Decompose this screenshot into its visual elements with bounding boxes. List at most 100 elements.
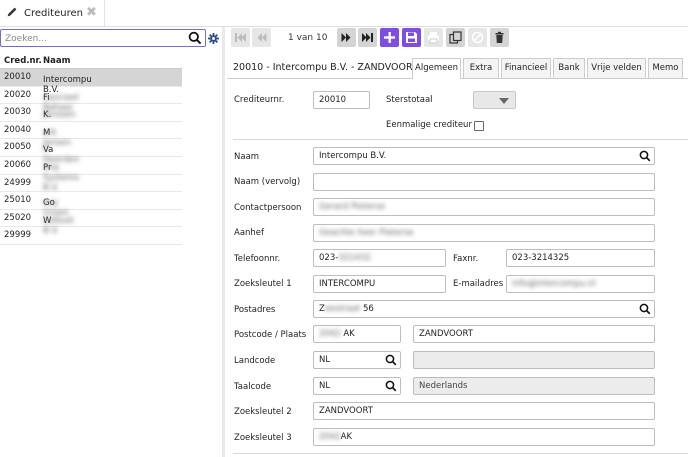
list-item-name-blurred: Janssen <box>43 110 76 121</box>
gear-icon[interactable] <box>208 33 219 44</box>
zoeksleutel3-letters: AK <box>340 432 353 442</box>
taalcode-field[interactable]: NL <box>313 377 401 395</box>
column-header-code[interactable]: Cred.nr. <box>4 56 42 66</box>
taal-description-field: Nederlands <box>413 377 655 395</box>
naam-vervolg-field[interactable] <box>313 173 655 191</box>
list-item[interactable]: 20020 Fi nancieel Beheer <box>0 87 182 113</box>
postcode-letters: AK <box>343 329 355 339</box>
zoeksleutel3-field[interactable]: 2042AK <box>313 428 655 446</box>
list-item[interactable]: 25010 Go oey Groen <box>0 192 182 218</box>
telefoon-label: Telefoonnr. <box>234 254 281 264</box>
print-button[interactable] <box>424 28 443 47</box>
naam-field[interactable]: Intercompu B.V. <box>313 147 655 165</box>
taalcode-value: NL <box>319 381 331 391</box>
plaats-field[interactable]: ZANDVOORT <box>413 325 655 343</box>
zoeksleutel3-digits: 2042 <box>319 432 341 442</box>
close-icon[interactable]: ✖ <box>86 5 97 20</box>
list-item-code: 20010 <box>4 72 32 82</box>
landcode-value: NL <box>319 355 331 365</box>
save-button[interactable] <box>402 28 421 47</box>
divider <box>233 453 688 454</box>
crediteuren-list: Cred.nr. Naam 20010 Intercompu B.V. 20020 F… <box>0 53 182 245</box>
search-icon[interactable] <box>385 380 397 392</box>
search-box <box>0 29 206 47</box>
zoeksleutel1-label: Zoeksleutel 1 <box>234 279 292 289</box>
email-label: E-mailadres <box>453 279 504 289</box>
zoeksleutel1-field[interactable]: INTERCOMPU <box>313 275 446 293</box>
list-item[interactable]: 20040 Mark Jansen <box>0 122 182 148</box>
search-icon[interactable] <box>639 150 651 162</box>
aanhef-value: Geachte heer Pieterse <box>319 228 414 238</box>
tab-vrije-velden[interactable]: Vrije velden <box>587 58 646 78</box>
landcode-label: Landcode <box>234 356 276 366</box>
panel-splitter[interactable] <box>222 27 225 457</box>
list-item[interactable]: 20030 K. Janssen <box>0 104 182 122</box>
sterstotaal-label: Sterstotaal <box>386 95 433 105</box>
landcode-field[interactable]: NL <box>313 351 401 369</box>
list-item[interactable]: 25020 Westkust B.V. <box>0 210 182 236</box>
cancel-button[interactable] <box>468 28 487 47</box>
first-record-button[interactable] <box>231 28 250 47</box>
postcode-digits: 2042 <box>319 329 341 339</box>
telefoon-field[interactable]: 023-321432 <box>313 249 446 267</box>
previous-record-button[interactable] <box>252 28 271 47</box>
chevron-down-icon <box>499 98 509 104</box>
divider <box>233 139 688 140</box>
contactpersoon-field[interactable]: Gerard Pieterse <box>313 198 655 216</box>
list-item-code: 20040 <box>4 124 32 135</box>
add-record-button[interactable] <box>380 28 399 47</box>
list-item-code: 20030 <box>4 107 32 118</box>
search-icon[interactable] <box>188 31 202 45</box>
list-item-code: 25010 <box>4 195 32 206</box>
list-item-code: 20050 <box>4 142 32 153</box>
contactpersoon-value: Gerard Pieterse <box>319 202 386 212</box>
list-item-code: 20020 <box>4 89 32 100</box>
zoeksleutel2-field[interactable]: ZANDVOORT <box>313 402 655 420</box>
fax-field[interactable]: 023-3214325 <box>506 249 655 267</box>
search-icon[interactable] <box>385 354 397 366</box>
crediteurnr-label: Crediteurnr. <box>234 95 285 105</box>
email-field[interactable]: info@intercompu.nl <box>506 275 655 293</box>
naam-vervolg-label: Naam (vervolg) <box>234 177 301 187</box>
postadres-number: 56 <box>363 304 374 314</box>
list-item[interactable]: 20060 Pr ima Systems B.V. <box>0 157 182 193</box>
list-item-code: 20060 <box>4 159 32 170</box>
list-item[interactable]: 24999 <box>0 175 182 193</box>
postadres-prefix: Z <box>319 304 325 314</box>
search-icon[interactable] <box>639 303 651 315</box>
tab-memo[interactable]: Memo <box>648 58 683 78</box>
postcode-plaats-label: Postcode / Plaats <box>234 330 307 340</box>
eenmalig-checkbox[interactable] <box>474 121 484 131</box>
telefoon-prefix: 023- <box>319 253 339 263</box>
tab-title: Crediteuren <box>24 8 83 19</box>
list-item-code: 24999 <box>4 177 32 188</box>
tab-financieel[interactable]: Financieel <box>501 58 551 78</box>
fax-label: Faxnr. <box>453 254 479 264</box>
list-item-code: 25020 <box>4 212 32 223</box>
next-record-button[interactable] <box>337 28 356 47</box>
sterstotaal-select[interactable] <box>473 91 516 109</box>
delete-button[interactable] <box>490 28 509 47</box>
list-item[interactable]: 20010 Intercompu B.V. <box>0 69 182 95</box>
copy-button[interactable] <box>446 28 465 47</box>
eenmalig-label: Eenmalige crediteur <box>386 120 472 130</box>
email-value: info@intercompu.nl <box>512 279 596 289</box>
list-item-code: 29999 <box>4 230 32 241</box>
postadres-field[interactable]: Zeestraat 56 <box>313 300 655 318</box>
aanhef-label: Aanhef <box>234 228 265 238</box>
tab-algemeen[interactable]: Algemeen <box>412 58 461 79</box>
taalcode-label: Taalcode <box>234 382 272 392</box>
crediteurnr-field[interactable]: 20010 <box>313 91 370 109</box>
contactpersoon-label: Contactpersoon <box>234 203 302 213</box>
tab-extra[interactable]: Extra <box>463 58 499 78</box>
list-header: Cred.nr. Naam <box>0 53 182 69</box>
aanhef-field[interactable]: Geachte heer Pieterse <box>313 224 655 242</box>
list-item[interactable]: 29999 <box>0 227 182 245</box>
last-record-button[interactable] <box>358 28 377 47</box>
list-item[interactable]: 20050 Va n Heerden <box>0 139 182 165</box>
tab-crediteuren[interactable]: Crediteuren ✖ <box>0 0 105 26</box>
column-header-name[interactable]: Naam <box>43 56 70 66</box>
tab-bank[interactable]: Bank <box>553 58 585 78</box>
postcode-field[interactable]: 2042 AK <box>313 325 401 343</box>
search-input[interactable] <box>5 32 183 45</box>
